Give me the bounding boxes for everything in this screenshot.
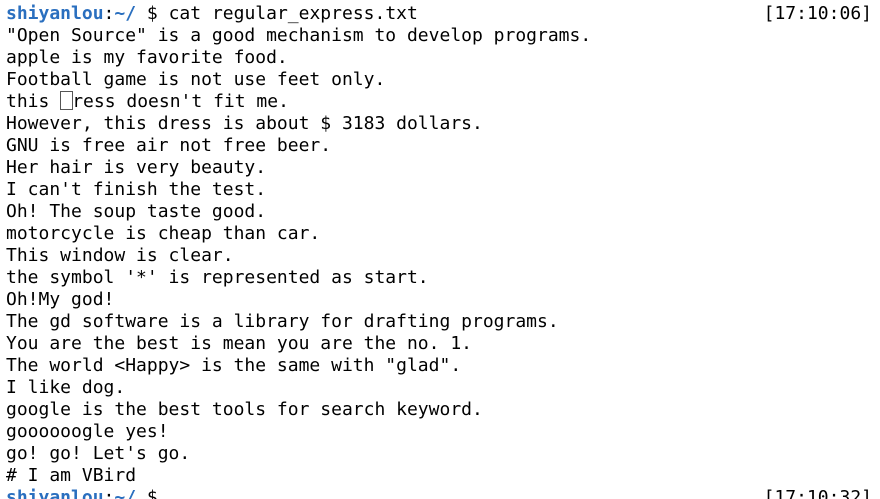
output-line: This window is clear.	[6, 245, 234, 266]
output-line: the symbol '*' is represented as start.	[6, 267, 429, 288]
next-prompt-separator: :	[103, 487, 115, 499]
output-line: Football game is not use feet only.	[6, 69, 386, 90]
output-line: apple is my favorite food.	[6, 47, 288, 68]
prompt-user: shiyanlou	[6, 3, 104, 24]
output-line: "Open Source" is a good mechanism to dev…	[6, 25, 592, 46]
output-line: I can't finish the test.	[6, 179, 267, 200]
output-line: You are the best is mean you are the no.…	[6, 333, 472, 354]
output-line: The world <Happy> is the same with "glad…	[6, 355, 462, 376]
prompt-separator: :	[103, 3, 115, 24]
prompt-line: shiyanlou:~/ $ cat regular_express.txt	[6, 3, 418, 25]
command-text: cat regular_express.txt	[168, 3, 418, 24]
prompt-timestamp: [17:10:06]	[763, 3, 872, 24]
output-line: Her hair is very beauty.	[6, 157, 267, 178]
output-line: Oh!My god!	[6, 289, 115, 310]
output-line: However, this dress is about $ 3183 doll…	[6, 113, 483, 134]
next-prompt-user: shiyanlou	[6, 487, 104, 499]
output-line: # I am VBird	[6, 465, 137, 486]
output-line-with-cursor: this ress doesn't fit me.	[6, 91, 289, 113]
output-line: The gd software is a library for draftin…	[6, 311, 559, 332]
output-line: google is the best tools for search keyw…	[6, 399, 483, 420]
next-prompt-path: ~/	[114, 487, 137, 499]
cursor-line-after: ress doesn't fit me.	[72, 91, 289, 112]
terminal-window[interactable]: shiyanlou:~/ $ cat regular_express.txt […	[0, 0, 880, 499]
cursor-line-before: this	[6, 91, 61, 112]
next-prompt-timestamp: [17:10:32]	[763, 487, 872, 499]
prompt-symbol: $	[136, 3, 169, 24]
next-prompt-line: shiyanlou:~/ $	[6, 487, 158, 499]
next-prompt-symbol: $	[136, 487, 158, 499]
output-line: Oh! The soup taste good.	[6, 201, 267, 222]
output-line: goooooogle yes!	[6, 421, 169, 442]
prompt-path: ~/	[114, 3, 137, 24]
output-line: I like dog.	[6, 377, 126, 398]
output-line: GNU is free air not free beer.	[6, 135, 332, 156]
output-line: go! go! Let's go.	[6, 443, 191, 464]
output-line: motorcycle is cheap than car.	[6, 223, 321, 244]
